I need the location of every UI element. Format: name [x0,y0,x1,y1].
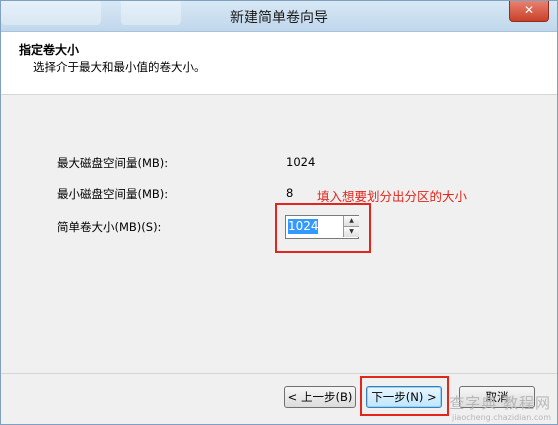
wizard-window: 新建简单卷向导 ✕ 指定卷大小 选择介于最大和最小值的卷大小。 最大磁盘空间量(… [0,0,558,425]
watermark-url: jiaocheng.chazidian.com [451,413,551,422]
volume-size-label: 简单卷大小(MB)(S): [57,220,162,234]
footer-divider [1,373,557,374]
min-size-label: 最小磁盘空间量(MB): [57,187,169,201]
close-button[interactable]: ✕ [509,1,549,22]
next-highlight-box [360,376,449,416]
close-icon: ✕ [523,3,535,17]
wizard-content: 最大磁盘空间量(MB): 1024 最小磁盘空间量(MB): 8 填入想要划分出… [1,95,557,375]
page-subtitle: 选择介于最大和最小值的卷大小。 [33,60,206,74]
wizard-header: 指定卷大小 选择介于最大和最小值的卷大小。 [1,32,557,95]
title-bar[interactable]: 新建简单卷向导 ✕ [1,1,557,32]
window-title: 新建简单卷向导 [230,10,328,26]
max-size-value: 1024 [286,155,316,169]
min-size-value: 8 [286,186,294,200]
watermark-logo-text: 查字典 教程网 [449,394,551,412]
watermark: 查字典 教程网 jiaocheng.chazidian.com [449,392,551,422]
page-title: 指定卷大小 [19,43,80,57]
max-size-label: 最大磁盘空间量(MB): [57,156,169,170]
annotation-highlight-box [275,203,371,253]
back-button[interactable]: < 上一步(B) [284,386,356,408]
